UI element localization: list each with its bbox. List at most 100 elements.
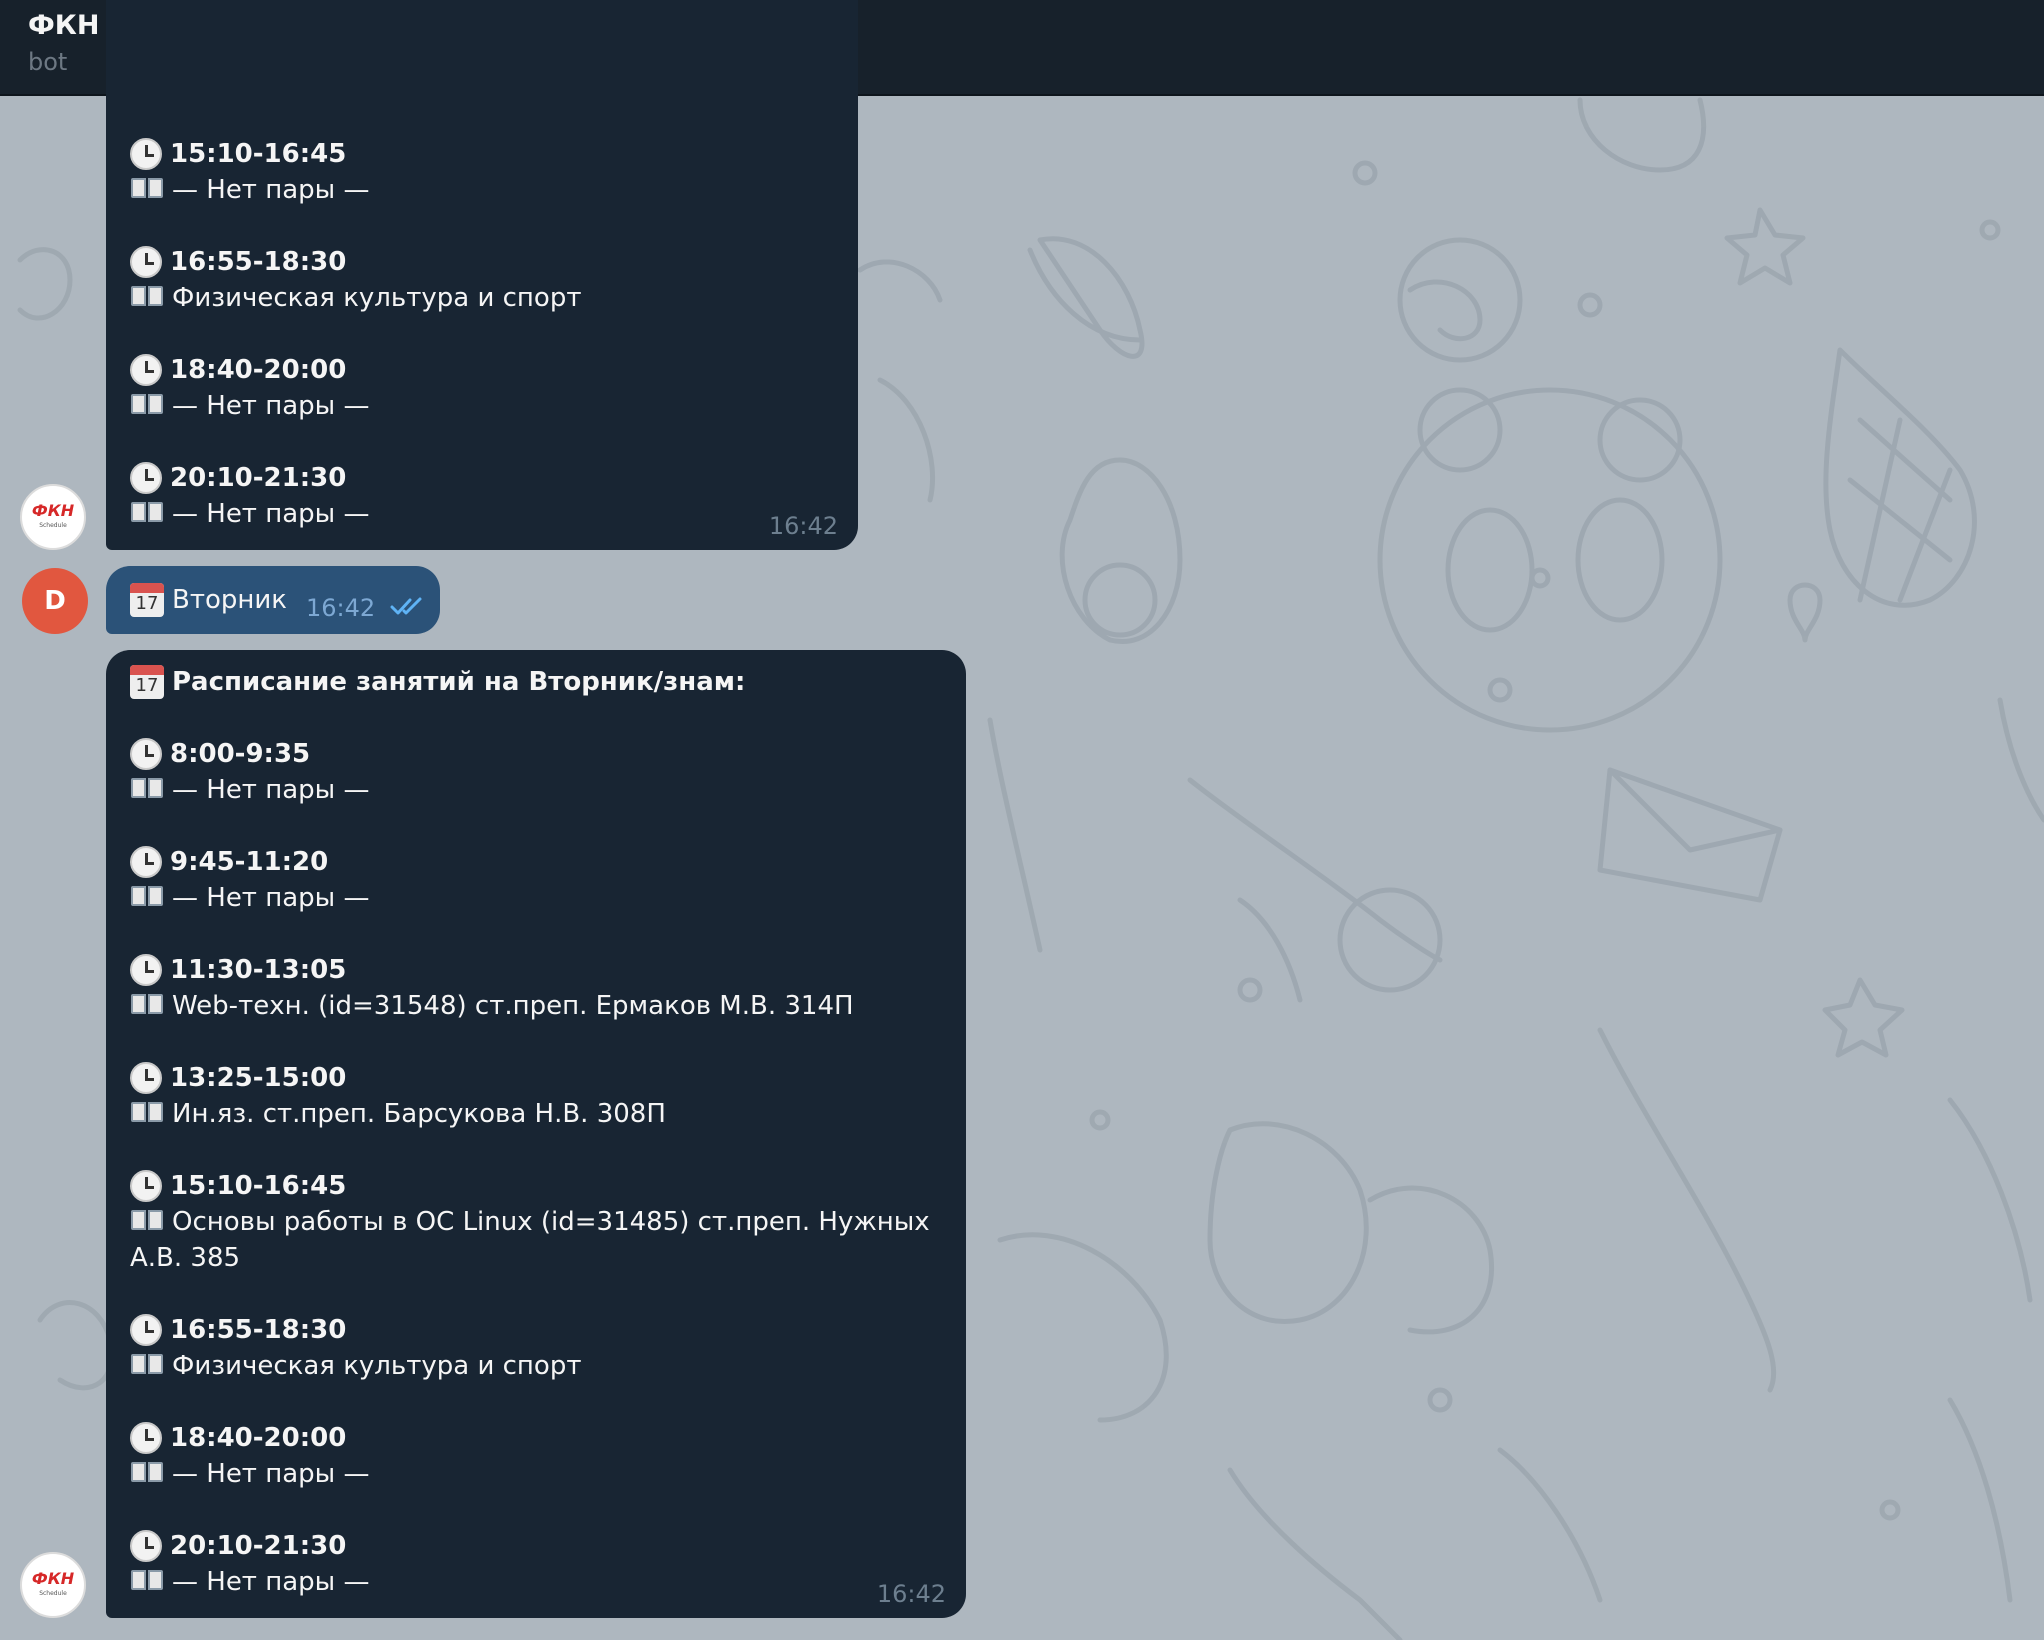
message-time: 16:42 <box>876 1580 946 1608</box>
slot-subject: — Нет пары — <box>172 175 370 205</box>
slot-subject-row: Основы работы в ОС Linux (id=31485) ст.п… <box>130 1204 942 1276</box>
slot-time: 13:25-15:00 <box>170 1063 347 1093</box>
slot-time-row: 11:30-13:05 <box>130 952 942 988</box>
slot-subject: — Нет пары — <box>172 1567 370 1597</box>
message-time: 16:42 <box>306 594 376 622</box>
slot-subject: Физическая культура и спорт <box>172 1351 582 1381</box>
bot-avatar[interactable]: ФКН Schedule <box>20 484 86 550</box>
slot-subject-row: — Нет пары — <box>130 1564 942 1600</box>
slot-subject: — Нет пары — <box>172 1459 370 1489</box>
slot-subject: — Нет пары — <box>172 499 370 529</box>
slot-time: 20:10-21:30 <box>170 1531 347 1561</box>
bot-message[interactable]: 17 Расписание занятий на Вторник/знам: 8… <box>106 650 966 1618</box>
schedule-slot: 13:25-15:00 Ин.яз. ст.преп. Барсукова Н.В… <box>130 1060 942 1132</box>
slot-subject: Основы работы в ОС Linux (id=31485) ст.п… <box>130 1207 930 1273</box>
double-check-icon <box>390 597 422 615</box>
clock-icon <box>130 246 162 278</box>
calendar-icon: 17 <box>130 665 164 699</box>
slot-time-row: 18:40-20:00 <box>130 1420 942 1456</box>
schedule-slot: 18:40-20:00 — Нет пары — <box>130 1420 942 1492</box>
clock-icon <box>130 846 162 878</box>
calendar-day: 17 <box>135 593 159 614</box>
slot-subject-row: — Нет пары — <box>130 388 834 424</box>
slot-subject-row: Физическая культура и спорт <box>130 1348 942 1384</box>
schedule-slots: 15:10-16:45 — Нет пары — 16:55-18:30 Физиче… <box>130 136 834 532</box>
open-book-icon <box>130 392 164 416</box>
user-message[interactable]: 17 Вторник 16:42 <box>106 566 440 634</box>
slot-subject: Ин.яз. ст.преп. Барсукова Н.В. 308П <box>172 1099 666 1129</box>
schedule-heading: 17 Расписание занятий на Вторник/знам: <box>130 664 942 700</box>
open-book-icon <box>130 884 164 908</box>
slot-time-row: 15:10-16:45 <box>130 1168 942 1204</box>
user-avatar[interactable]: D <box>22 568 88 634</box>
open-book-icon <box>130 1460 164 1484</box>
slot-subject-row: Web-техн. (id=31548) ст.преп. Ермаков М.… <box>130 988 942 1024</box>
schedule-slot: 18:40-20:00 — Нет пары — <box>130 352 834 424</box>
slot-time: 15:10-16:45 <box>170 139 347 169</box>
schedule-slot: 16:55-18:30 Физическая культура и спорт <box>130 1312 942 1384</box>
schedule-slot: 15:10-16:45 — Нет пары — <box>130 136 834 208</box>
calendar-day: 17 <box>135 675 159 696</box>
clock-icon <box>130 462 162 494</box>
slot-time: 20:10-21:30 <box>170 463 347 493</box>
schedule-slot: 9:45-11:20 — Нет пары — <box>130 844 942 916</box>
bot-avatar[interactable]: ФКН Schedule <box>20 1552 86 1618</box>
slot-subject-row: Физическая культура и спорт <box>130 280 834 316</box>
bot-message[interactable]: 15:10-16:45 — Нет пары — 16:55-18:30 Физиче… <box>106 0 858 550</box>
slot-time-row: 18:40-20:00 <box>130 352 834 388</box>
slot-time: 16:55-18:30 <box>170 247 347 277</box>
slot-subject: — Нет пары — <box>172 883 370 913</box>
bot-logo-subtext: Schedule <box>39 1590 67 1597</box>
clock-icon <box>130 1314 162 1346</box>
clock-icon <box>130 138 162 170</box>
slot-time: 15:10-16:45 <box>170 1171 347 1201</box>
bot-logo-text: ФКН <box>31 1569 75 1588</box>
slot-subject: Web-техн. (id=31548) ст.преп. Ермаков М.… <box>172 991 854 1021</box>
schedule-slot: 11:30-13:05 Web-техн. (id=31548) ст.преп.… <box>130 952 942 1024</box>
slot-time-row: 20:10-21:30 <box>130 1528 942 1564</box>
schedule-slot: 8:00-9:35 — Нет пары — <box>130 736 942 808</box>
schedule-slot: 15:10-16:45 Основы работы в ОС Linux (id=… <box>130 1168 942 1276</box>
open-book-icon <box>130 1352 164 1376</box>
open-book-icon <box>130 776 164 800</box>
slot-time: 8:00-9:35 <box>170 739 311 769</box>
schedule-slot: 16:55-18:30 Физическая культура и спорт <box>130 244 834 316</box>
slot-time-row: 15:10-16:45 <box>130 136 834 172</box>
slot-time: 16:55-18:30 <box>170 1315 347 1345</box>
clock-icon <box>130 1062 162 1094</box>
open-book-icon <box>130 1208 164 1232</box>
schedule-slot: 20:10-21:30 — Нет пары — <box>130 460 834 532</box>
slot-time-row: 8:00-9:35 <box>130 736 942 772</box>
slot-time-row: 13:25-15:00 <box>130 1060 942 1096</box>
schedule-heading-text: Расписание занятий на Вторник/знам: <box>172 667 746 697</box>
user-avatar-initial: D <box>44 586 66 616</box>
clock-icon <box>130 1530 162 1562</box>
open-book-icon <box>130 176 164 200</box>
open-book-icon <box>130 1100 164 1124</box>
slot-time-row: 16:55-18:30 <box>130 244 834 280</box>
clock-icon <box>130 1170 162 1202</box>
bot-logo-text: ФКН <box>31 501 75 520</box>
user-message-text: Вторник <box>172 585 287 615</box>
chat-subtitle: bot <box>28 48 68 76</box>
slot-time-row: 16:55-18:30 <box>130 1312 942 1348</box>
slot-subject-row: — Нет пары — <box>130 880 942 916</box>
open-book-icon <box>130 992 164 1016</box>
slot-subject: — Нет пары — <box>172 775 370 805</box>
clock-icon <box>130 954 162 986</box>
calendar-icon: 17 <box>130 583 164 617</box>
bot-logo-subtext: Schedule <box>39 522 67 529</box>
slot-time-row: 20:10-21:30 <box>130 460 834 496</box>
slot-time-row: 9:45-11:20 <box>130 844 942 880</box>
message-time: 16:42 <box>768 512 838 540</box>
slot-subject: — Нет пары — <box>172 391 370 421</box>
slot-time: 9:45-11:20 <box>170 847 329 877</box>
slot-subject-row: — Нет пары — <box>130 1456 942 1492</box>
clock-icon <box>130 354 162 386</box>
open-book-icon <box>130 500 164 524</box>
slot-time: 18:40-20:00 <box>170 1423 347 1453</box>
slot-subject-row: — Нет пары — <box>130 496 834 532</box>
slot-subject-row: — Нет пары — <box>130 772 942 808</box>
slot-time: 11:30-13:05 <box>170 955 347 985</box>
open-book-icon <box>130 284 164 308</box>
